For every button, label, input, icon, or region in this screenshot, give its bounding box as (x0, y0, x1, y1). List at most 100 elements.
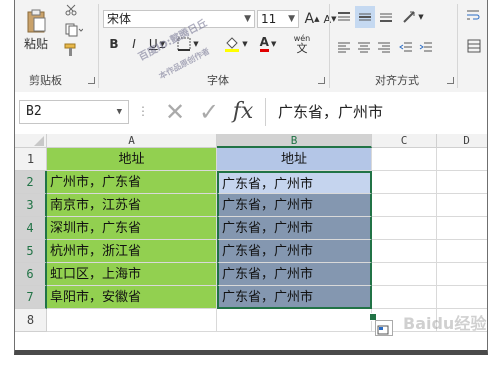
chevron-down-icon: ▼ (270, 40, 277, 48)
cell-a[interactable]: 杭州市，浙江省 (47, 240, 217, 263)
chevron-down-icon: ▼ (288, 14, 295, 24)
cell-d[interactable] (437, 240, 487, 263)
cell-a[interactable]: 地址 (47, 148, 217, 171)
decrease-indent-icon (399, 42, 412, 52)
font-size-box[interactable]: 11 ▼ (257, 10, 299, 28)
cell-c[interactable] (372, 171, 437, 194)
row-number: 1 (26, 152, 35, 166)
cell-c[interactable] (372, 240, 437, 263)
align-top-button[interactable] (335, 8, 353, 26)
align-middle-button[interactable] (355, 6, 375, 28)
cell-b[interactable] (217, 309, 372, 332)
font-color-button[interactable]: A ▼ (253, 34, 283, 54)
font-color-icon: A (259, 36, 269, 52)
cell-c[interactable] (372, 286, 437, 309)
copy-button[interactable] (61, 22, 87, 38)
align-right-button[interactable] (375, 38, 393, 56)
insert-function-button[interactable]: fx (227, 96, 259, 126)
text-orientation-icon (403, 11, 416, 23)
ribbon: 粘贴 剪贴板 宋体 ▼ 11 ▼ A ▲ A ▼ B I U ▼ ▼ ▼ A ▼… (15, 0, 487, 93)
name-box[interactable]: B2 ▼ (19, 100, 129, 124)
font-group-label: 字体 (207, 74, 229, 87)
cell-c[interactable] (372, 194, 437, 217)
merge-center-button[interactable] (463, 36, 485, 56)
enter-button[interactable]: ✓ (195, 98, 223, 126)
row-header[interactable]: 6 (15, 263, 47, 286)
cell-a[interactable] (47, 309, 217, 332)
row-header[interactable]: 5 (15, 240, 47, 263)
format-painter-button[interactable] (61, 42, 81, 58)
cell-b[interactable]: 广东省，广州市 (217, 217, 372, 240)
align-left-icon (338, 42, 350, 53)
align-left-button[interactable] (335, 38, 353, 56)
wrap-text-button[interactable] (463, 6, 483, 26)
cell-d[interactable] (437, 194, 487, 217)
chevron-down-icon: ▼ (116, 107, 122, 117)
column-header-a[interactable]: A (47, 134, 217, 148)
separator (329, 4, 330, 88)
quick-analysis-icon (377, 325, 389, 335)
cell-a[interactable]: 虹口区，上海市 (47, 263, 217, 286)
column-header-b[interactable]: B (217, 134, 372, 148)
cell-b[interactable]: 广东省，广州市 (217, 286, 372, 309)
phonetic-char: 文 (296, 42, 308, 55)
copy-icon (65, 23, 83, 37)
cell-b[interactable]: 广东省，广州市 (217, 171, 372, 194)
select-all-corner[interactable] (15, 134, 47, 148)
align-center-button[interactable] (355, 38, 373, 56)
row-header[interactable]: 2 (15, 171, 47, 194)
column-header-d[interactable]: D (437, 134, 487, 148)
cell-b[interactable]: 广东省，广州市 (217, 194, 372, 217)
fill-color-button[interactable]: ▼ (221, 34, 251, 54)
row-header[interactable]: 4 (15, 217, 47, 240)
row-header[interactable]: 8 (15, 309, 47, 332)
chevron-down-icon: ▼ (418, 13, 424, 21)
paste-button[interactable]: 粘贴 (21, 2, 51, 58)
row-header[interactable]: 7 (15, 286, 47, 309)
increase-indent-button[interactable] (417, 38, 435, 56)
decrease-indent-button[interactable] (397, 38, 415, 56)
cell-a[interactable]: 南京市，江苏省 (47, 194, 217, 217)
cell-d[interactable] (437, 286, 487, 309)
font-size-value: 11 (261, 12, 277, 26)
bold-button[interactable]: B (105, 34, 123, 54)
grow-font-button[interactable]: A ▲ (303, 10, 321, 28)
more-icon: ⋮ (137, 104, 149, 118)
cut-button[interactable] (61, 2, 81, 18)
clipboard-group-label: 剪贴板 (29, 74, 62, 87)
align-bottom-button[interactable] (377, 8, 395, 26)
quick-analysis-button[interactable] (375, 320, 393, 336)
row-number: 7 (26, 290, 34, 304)
row-number: 8 (26, 313, 35, 327)
column-label: B (290, 134, 298, 147)
cancel-button[interactable]: ✕ (161, 98, 189, 126)
column-label: C (400, 134, 408, 147)
cell-b[interactable]: 广东省，广州市 (217, 240, 372, 263)
cell-a[interactable]: 广州市，广东省 (47, 171, 217, 194)
formula-input[interactable]: 广东省，广州市 (265, 98, 487, 126)
orientation-button[interactable]: ▼ (399, 8, 427, 26)
cell-d[interactable] (437, 148, 487, 171)
cell-d[interactable] (437, 263, 487, 286)
cell-b[interactable]: 地址 (217, 148, 372, 171)
bold-label: B (109, 37, 119, 51)
cell-d[interactable] (437, 171, 487, 194)
cell-c[interactable] (372, 263, 437, 286)
align-bottom-icon (380, 13, 392, 22)
alignment-launcher-icon[interactable] (447, 77, 454, 84)
row-header[interactable]: 1 (15, 148, 47, 171)
cell-a[interactable]: 深圳市，广东省 (47, 217, 217, 240)
fx-icon: fx (232, 98, 254, 124)
clipboard-launcher-icon[interactable] (88, 77, 95, 84)
row-header[interactable]: 3 (15, 194, 47, 217)
align-top-icon (338, 12, 350, 21)
font-launcher-icon[interactable] (318, 77, 325, 84)
cell-c[interactable] (372, 217, 437, 240)
grow-font-label: A (304, 11, 315, 27)
cell-d[interactable] (437, 217, 487, 240)
cell-b[interactable]: 广东省，广州市 (217, 263, 372, 286)
cell-a[interactable]: 阜阳市，安徽省 (47, 286, 217, 309)
cell-c[interactable] (372, 148, 437, 171)
column-header-c[interactable]: C (372, 134, 437, 148)
phonetic-button[interactable]: wén 文 (287, 32, 317, 56)
